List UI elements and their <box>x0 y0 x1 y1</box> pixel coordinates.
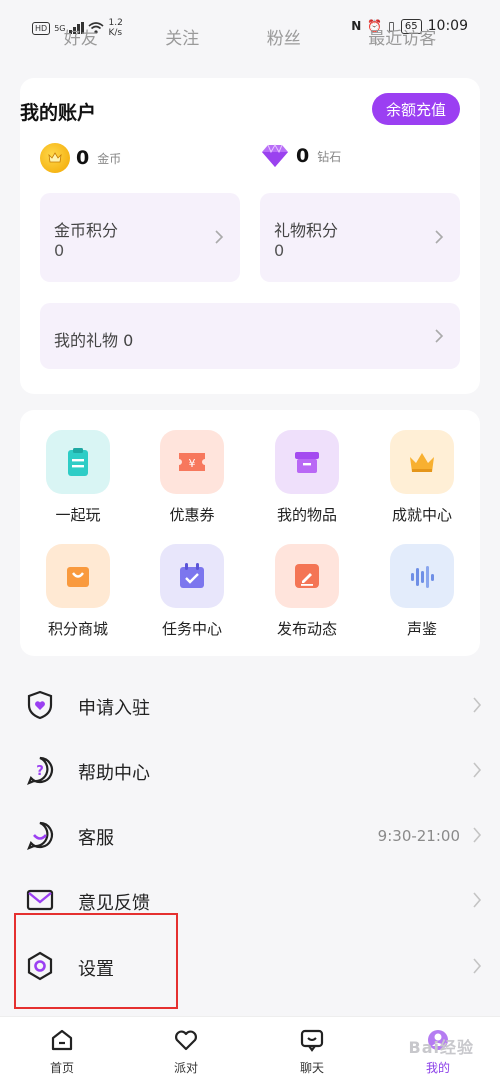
top-tabs: 好友 关注 粉丝 最近访客 <box>0 24 500 49</box>
grid-item-publish-post[interactable]: 发布动态 <box>249 544 365 639</box>
nav-label: 派对 <box>173 1061 198 1075</box>
grid-label: 任务中心 <box>161 620 222 638</box>
crown-icon <box>410 453 434 472</box>
diamonds-balance: 0 钻石 <box>260 143 341 169</box>
coin-points-label: 金币积分 <box>54 221 119 240</box>
nav-label: 聊天 <box>299 1061 324 1075</box>
grid-item-task-center[interactable]: 任务中心 <box>134 544 250 639</box>
coin-points-value: 0 <box>54 241 65 260</box>
chevron-right-icon <box>472 761 482 779</box>
grid-label: 我的物品 <box>276 506 337 524</box>
tab-fans[interactable]: 粉丝 <box>267 24 301 49</box>
tab-friends[interactable]: 好友 <box>64 24 98 49</box>
chat-support-icon <box>24 819 56 851</box>
chevron-right-icon <box>472 696 482 714</box>
menu-item-help-center[interactable]: ? 帮助中心 <box>0 738 500 802</box>
coins-value: 0 <box>76 147 90 169</box>
chevron-right-icon <box>472 891 482 909</box>
calendar-check-icon <box>180 563 204 588</box>
watermark: Bai经验 <box>408 1038 474 1057</box>
clipboard-icon <box>68 448 88 476</box>
coin-points-card[interactable]: 金币积分 0 <box>40 193 240 282</box>
menu-item-customer-service[interactable]: 客服 9:30-21:00 <box>0 803 500 867</box>
tab-recent-visitors[interactable]: 最近访客 <box>368 24 436 49</box>
menu-label: 客服 <box>78 828 114 849</box>
recharge-button[interactable]: 余额充值 <box>372 93 460 125</box>
grid-item-coupons[interactable]: ¥ 优惠券 <box>134 430 250 525</box>
sound-wave-icon <box>411 566 434 588</box>
grid-icon-wrap <box>390 430 454 494</box>
menu-label: 帮助中心 <box>78 763 150 784</box>
menu-label: 申请入驻 <box>78 698 150 719</box>
grid-label: 声鉴 <box>406 620 437 638</box>
menu-label: 意见反馈 <box>78 893 150 914</box>
grid-item-my-items[interactable]: 我的物品 <box>249 430 365 525</box>
edit-icon <box>295 564 319 588</box>
menu-item-apply-join[interactable]: 申请入驻 <box>0 673 500 737</box>
highlight-box <box>14 913 178 1009</box>
nav-label: 首页 <box>49 1061 74 1075</box>
coins-unit: 金币 <box>97 151 122 166</box>
grid-icon-wrap <box>160 544 224 608</box>
chevron-right-icon <box>472 826 482 844</box>
grid-icon-wrap: ¥ <box>160 430 224 494</box>
svg-text:¥: ¥ <box>189 457 196 470</box>
grid-item-voice-test[interactable]: 声鉴 <box>364 544 480 639</box>
grid-item-points-mall[interactable]: 积分商城 <box>20 544 136 639</box>
chevron-right-icon <box>472 957 482 975</box>
status-bar: HD 5G 1.2 K/s N ⏰ ▯ 65 10:09 好友 关注 粉丝 最近访… <box>0 0 500 76</box>
coupon-icon: ¥ <box>179 453 205 471</box>
box-icon <box>295 452 319 473</box>
help-icon: ? <box>24 754 56 786</box>
grid-label: 发布动态 <box>276 620 337 638</box>
diamonds-value: 0 <box>296 145 310 167</box>
nav-party[interactable]: 派对 <box>146 1027 226 1076</box>
shield-heart-icon <box>24 689 56 721</box>
my-gifts-row[interactable]: 我的礼物 0 <box>40 303 460 369</box>
account-title: 我的账户 <box>20 102 97 124</box>
grid-label: 成就中心 <box>391 506 452 524</box>
nav-chat[interactable]: 聊天 <box>272 1027 352 1076</box>
grid-icon-wrap <box>46 430 110 494</box>
heart-icon <box>175 1030 197 1051</box>
diamonds-unit: 钻石 <box>317 149 342 164</box>
grid-icon-wrap <box>275 544 339 608</box>
mail-icon <box>24 884 56 916</box>
coin-icon <box>40 143 70 173</box>
gift-points-value: 0 <box>274 241 285 260</box>
grid-item-play-together[interactable]: 一起玩 <box>20 430 136 525</box>
grid-label: 一起玩 <box>55 506 101 524</box>
shopping-bag-icon <box>67 567 89 587</box>
diamond-icon <box>260 143 290 169</box>
nav-label: 我的 <box>425 1061 450 1075</box>
my-gifts-label: 我的礼物 0 <box>54 331 134 350</box>
service-hours: 9:30-21:00 <box>377 827 460 845</box>
chat-icon <box>300 1029 324 1052</box>
svg-text:?: ? <box>36 764 44 779</box>
grid-icon-wrap <box>46 544 110 608</box>
home-icon <box>51 1029 73 1051</box>
coins-balance: 0 金币 <box>40 143 121 173</box>
grid-label: 积分商城 <box>47 620 108 638</box>
nav-home[interactable]: 首页 <box>22 1027 102 1076</box>
chevron-right-icon <box>434 229 444 245</box>
chevron-right-icon <box>434 328 444 344</box>
grid-label: 优惠券 <box>169 506 215 524</box>
tab-following[interactable]: 关注 <box>165 24 199 49</box>
chevron-right-icon <box>214 229 224 245</box>
gift-points-label: 礼物积分 <box>274 221 339 240</box>
grid-icon-wrap <box>275 430 339 494</box>
grid-icon-wrap <box>390 544 454 608</box>
grid-item-achievements[interactable]: 成就中心 <box>364 430 480 525</box>
gift-points-card[interactable]: 礼物积分 0 <box>260 193 460 282</box>
